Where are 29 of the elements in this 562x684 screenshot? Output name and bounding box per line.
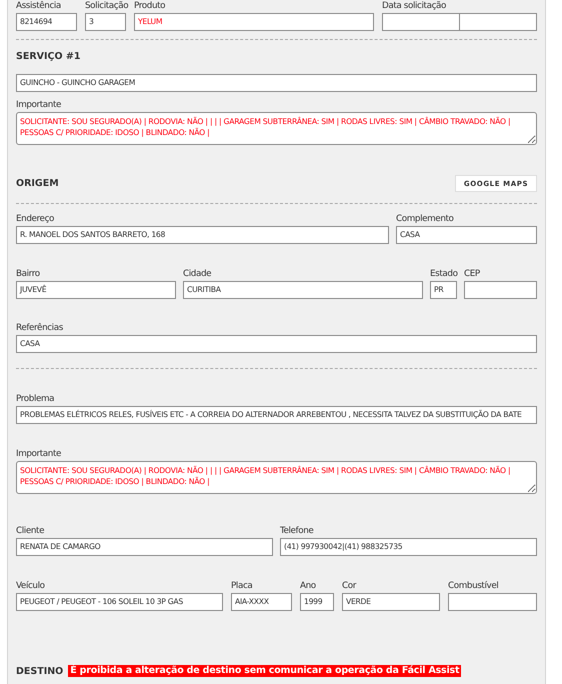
- warning-notice: É proibida a alteração de destino sem comunicar a operação da Fácil Assist: [68, 665, 462, 677]
- input-field[interactable]: [448, 593, 537, 611]
- field-label: Cor: [342, 580, 356, 592]
- field-label: Ano: [300, 580, 316, 592]
- section-title: SERVIÇO #1: [16, 50, 80, 62]
- field-label: Combustível: [448, 580, 498, 592]
- field-label: Complemento: [396, 213, 454, 225]
- field-label: Cidade: [183, 268, 212, 280]
- input-field[interactable]: [382, 13, 460, 31]
- field-label: Data solicitação: [382, 0, 446, 12]
- field-label: Assistência: [16, 0, 61, 12]
- field-label: Placa: [231, 580, 252, 592]
- field-label: Produto: [134, 0, 166, 12]
- field-label: Solicitação: [85, 0, 128, 12]
- field-label: Telefone: [280, 525, 314, 537]
- field-label: Bairro: [16, 268, 40, 280]
- section-title: ORIGEM: [16, 178, 59, 189]
- section-title: DESTINO: [16, 666, 64, 676]
- input-field[interactable]: [464, 281, 537, 299]
- field-label: Importante: [16, 99, 62, 111]
- field-label: Estado: [430, 268, 458, 280]
- field-label: Referências: [16, 322, 63, 334]
- field-label: CEP: [464, 268, 480, 280]
- input-field[interactable]: [460, 13, 537, 31]
- field-label: Cliente: [16, 525, 44, 537]
- field-label: Importante: [16, 448, 62, 460]
- field-label: Problema: [16, 393, 54, 405]
- field-label: Veículo: [16, 580, 45, 592]
- field-label: Endereço: [16, 213, 54, 225]
